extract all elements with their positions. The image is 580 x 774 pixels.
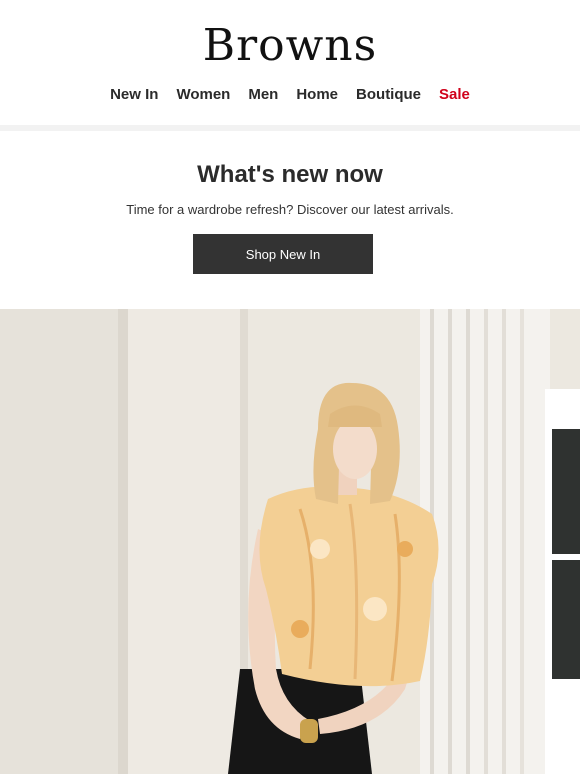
nav-item-sale[interactable]: Sale — [439, 86, 470, 103]
hero-title: What's new now — [197, 161, 383, 188]
hero-section: What's new now Time for a wardrobe refre… — [0, 131, 580, 309]
browns-logo[interactable]: Browns — [0, 20, 580, 62]
shop-new-in-button[interactable]: Shop New In — [193, 234, 373, 274]
model-photo[interactable] — [0, 309, 580, 774]
model-photo-illustration — [0, 309, 580, 774]
nav-item-home[interactable]: Home — [296, 86, 338, 103]
nav-item-men[interactable]: Men — [248, 86, 278, 103]
main-nav: New In Women Men Home Boutique Sale — [0, 86, 580, 103]
email-header: Browns New In Women Men Home Boutique Sa… — [0, 0, 580, 125]
nav-item-new-in[interactable]: New In — [110, 86, 158, 103]
hero-subtitle: Time for a wardrobe refresh? Discover ou… — [126, 202, 454, 217]
nav-item-boutique[interactable]: Boutique — [356, 86, 421, 103]
nav-item-women[interactable]: Women — [176, 86, 230, 103]
